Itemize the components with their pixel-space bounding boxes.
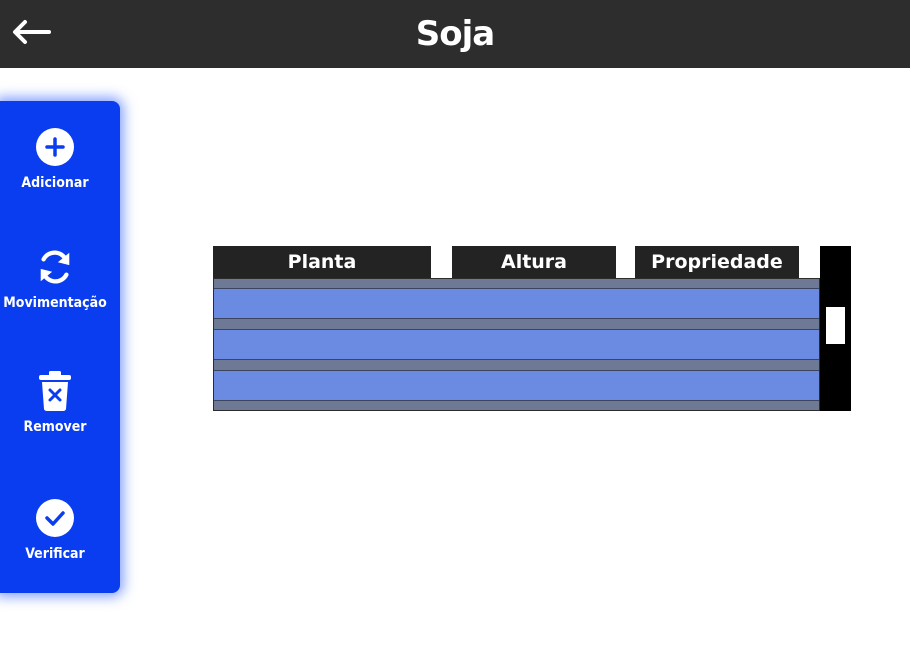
remove-button[interactable]: Remover xyxy=(0,371,110,471)
check-circle-icon xyxy=(35,498,75,538)
remove-label: Remover xyxy=(23,419,87,435)
verify-label: Verificar xyxy=(25,546,85,562)
back-button[interactable] xyxy=(8,17,54,51)
add-label: Adicionar xyxy=(21,175,89,191)
plus-circle-icon xyxy=(35,127,75,167)
column-header-planta[interactable]: Planta xyxy=(213,246,431,278)
arrow-left-icon xyxy=(11,19,51,49)
table-row[interactable] xyxy=(214,288,819,319)
table-row[interactable] xyxy=(214,370,819,401)
add-button[interactable]: Adicionar xyxy=(0,127,110,227)
table-header: Planta Altura Propriedade xyxy=(213,246,820,278)
trash-x-icon xyxy=(35,371,75,411)
refresh-icon xyxy=(35,247,75,287)
column-header-altura[interactable]: Altura xyxy=(452,246,616,278)
table-body xyxy=(213,278,820,411)
sidebar: Adicionar Movimentação Remover Verificar xyxy=(0,101,120,593)
plants-table: Planta Altura Propriedade xyxy=(213,246,851,411)
verify-button[interactable]: Verificar xyxy=(0,498,110,598)
page-title: Soja xyxy=(415,14,495,54)
movement-label: Movimentação xyxy=(3,295,107,311)
scrollbar-thumb[interactable] xyxy=(826,307,845,344)
column-header-propriedade[interactable]: Propriedade xyxy=(635,246,799,278)
movement-button[interactable]: Movimentação xyxy=(0,247,110,347)
table-row[interactable] xyxy=(214,329,819,360)
top-bar: Soja xyxy=(0,0,910,68)
scrollbar[interactable] xyxy=(820,246,851,411)
